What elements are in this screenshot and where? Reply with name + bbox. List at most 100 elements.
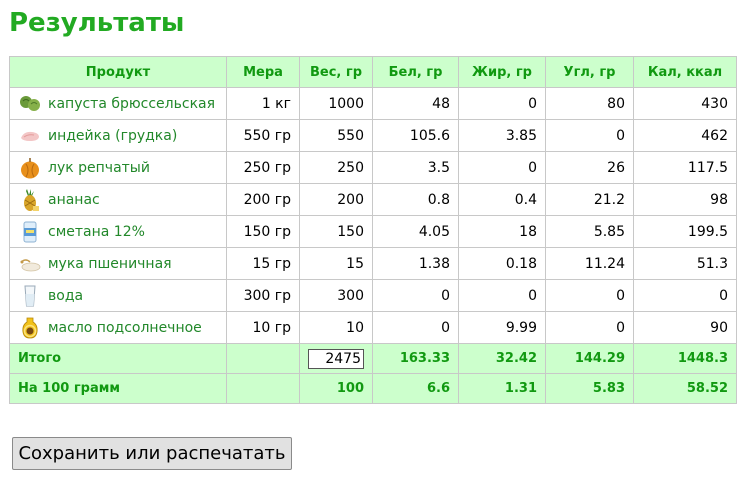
turkey-breast-icon xyxy=(18,124,42,148)
kcal-cell: 51.3 xyxy=(633,247,737,280)
carbs-cell: 0 xyxy=(545,311,634,344)
column-header-fat: Жир, гр xyxy=(458,56,546,88)
product-cell: лук репчатый xyxy=(9,151,227,184)
product-link[interactable]: капуста брюссельская xyxy=(48,96,215,112)
carbs-cell: 0 xyxy=(545,119,634,152)
wheat-flour-icon xyxy=(18,252,42,276)
product-link[interactable]: индейка (грудка) xyxy=(48,128,177,144)
product-link[interactable]: ананас xyxy=(48,192,100,208)
measure-cell: 300 гр xyxy=(226,279,300,312)
table-row: лук репчатый 250 гр 250 3.5 0 26 117.5 xyxy=(9,151,737,184)
total-protein-cell: 163.33 xyxy=(372,343,459,374)
weight-cell: 1000 xyxy=(299,87,373,120)
product-link[interactable]: масло подсолнечное xyxy=(48,320,202,336)
protein-cell: 48 xyxy=(372,87,459,120)
product-link[interactable]: лук репчатый xyxy=(48,160,150,176)
column-header-measure: Мера xyxy=(226,56,300,88)
weight-cell: 15 xyxy=(299,247,373,280)
column-header-kcal: Кал, ккал xyxy=(633,56,737,88)
carbs-cell: 5.85 xyxy=(545,215,634,248)
carbs-cell: 0 xyxy=(545,279,634,312)
results-table: Продукт Мера Вес, гр Бел, гр Жир, гр Угл… xyxy=(9,56,737,404)
table-row: индейка (грудка) 550 гр 550 105.6 3.85 0… xyxy=(9,119,737,152)
protein-cell: 105.6 xyxy=(372,119,459,152)
protein-cell: 0 xyxy=(372,279,459,312)
table-header-row: Продукт Мера Вес, гр Бел, гр Жир, гр Угл… xyxy=(9,56,737,88)
kcal-cell: 199.5 xyxy=(633,215,737,248)
fat-cell: 9.99 xyxy=(458,311,546,344)
product-cell: вода xyxy=(9,279,227,312)
per-100g-measure-cell xyxy=(226,373,300,404)
kcal-cell: 90 xyxy=(633,311,737,344)
pineapple-icon xyxy=(18,188,42,212)
per-100g-kcal-cell: 58.52 xyxy=(633,373,737,404)
carbs-cell: 80 xyxy=(545,87,634,120)
kcal-cell: 462 xyxy=(633,119,737,152)
measure-cell: 10 гр xyxy=(226,311,300,344)
per-100g-label: На 100 грамм xyxy=(9,373,227,404)
fat-cell: 0 xyxy=(458,151,546,184)
sour-cream-icon xyxy=(18,220,42,244)
table-row: вода 300 гр 300 0 0 0 0 xyxy=(9,279,737,312)
table-row: сметана 12% 150 гр 150 4.05 18 5.85 199.… xyxy=(9,215,737,248)
total-measure-cell xyxy=(226,343,300,374)
fat-cell: 0.4 xyxy=(458,183,546,216)
kcal-cell: 117.5 xyxy=(633,151,737,184)
fat-cell: 0.18 xyxy=(458,247,546,280)
measure-cell: 250 гр xyxy=(226,151,300,184)
protein-cell: 0 xyxy=(372,311,459,344)
table-row: масло подсолнечное 10 гр 10 0 9.99 0 90 xyxy=(9,311,737,344)
kcal-cell: 98 xyxy=(633,183,737,216)
water-glass-icon xyxy=(18,284,42,308)
carbs-cell: 11.24 xyxy=(545,247,634,280)
per-100g-row: На 100 грамм 100 6.6 1.31 5.83 58.52 xyxy=(9,373,737,404)
product-link[interactable]: вода xyxy=(48,288,83,304)
per-100g-protein-cell: 6.6 xyxy=(372,373,459,404)
page-title: Результаты xyxy=(9,8,185,38)
column-header-carbs: Угл, гр xyxy=(545,56,634,88)
carbs-cell: 26 xyxy=(545,151,634,184)
total-weight-cell xyxy=(299,343,373,374)
total-kcal-cell: 1448.3 xyxy=(633,343,737,374)
table-row: ананас 200 гр 200 0.8 0.4 21.2 98 xyxy=(9,183,737,216)
fat-cell: 0 xyxy=(458,87,546,120)
measure-cell: 550 гр xyxy=(226,119,300,152)
brussels-sprouts-icon xyxy=(18,92,42,116)
weight-cell: 10 xyxy=(299,311,373,344)
total-label: Итого xyxy=(9,343,227,374)
measure-cell: 150 гр xyxy=(226,215,300,248)
weight-cell: 200 xyxy=(299,183,373,216)
protein-cell: 4.05 xyxy=(372,215,459,248)
onion-icon xyxy=(18,156,42,180)
carbs-cell: 21.2 xyxy=(545,183,634,216)
product-cell: капуста брюссельская xyxy=(9,87,227,120)
product-cell: масло подсолнечное xyxy=(9,311,227,344)
total-fat-cell: 32.42 xyxy=(458,343,546,374)
kcal-cell: 430 xyxy=(633,87,737,120)
measure-cell: 200 гр xyxy=(226,183,300,216)
product-link[interactable]: мука пшеничная xyxy=(48,256,172,272)
protein-cell: 1.38 xyxy=(372,247,459,280)
column-header-weight: Вес, гр xyxy=(299,56,373,88)
total-weight-input[interactable] xyxy=(308,348,364,369)
column-header-product: Продукт xyxy=(9,56,227,88)
kcal-cell: 0 xyxy=(633,279,737,312)
save-or-print-button[interactable]: Сохранить или распечатать xyxy=(12,437,292,470)
product-cell: сметана 12% xyxy=(9,215,227,248)
fat-cell: 0 xyxy=(458,279,546,312)
table-row: капуста брюссельская 1 кг 1000 48 0 80 4… xyxy=(9,87,737,120)
per-100g-fat-cell: 1.31 xyxy=(458,373,546,404)
total-carbs-cell: 144.29 xyxy=(545,343,634,374)
per-100g-weight-cell: 100 xyxy=(299,373,373,404)
per-100g-carbs-cell: 5.83 xyxy=(545,373,634,404)
column-header-protein: Бел, гр xyxy=(372,56,459,88)
sunflower-oil-icon xyxy=(18,316,42,340)
fat-cell: 18 xyxy=(458,215,546,248)
product-cell: индейка (грудка) xyxy=(9,119,227,152)
protein-cell: 3.5 xyxy=(372,151,459,184)
product-cell: ананас xyxy=(9,183,227,216)
product-link[interactable]: сметана 12% xyxy=(48,224,145,240)
weight-cell: 550 xyxy=(299,119,373,152)
total-row: Итого 163.33 32.42 144.29 1448.3 xyxy=(9,343,737,374)
product-cell: мука пшеничная xyxy=(9,247,227,280)
